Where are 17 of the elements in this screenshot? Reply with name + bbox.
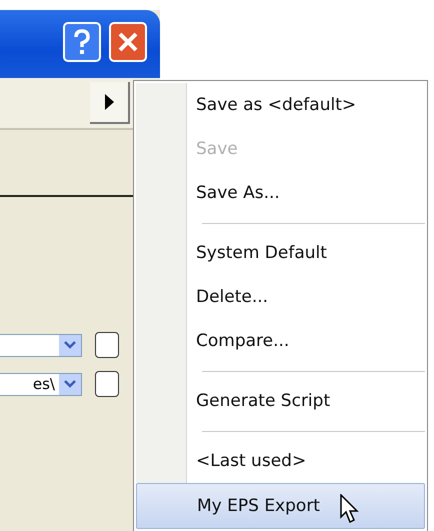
close-button[interactable] — [109, 22, 147, 62]
dropdown-button[interactable] — [59, 374, 81, 394]
chevron-down-icon — [64, 380, 76, 388]
question-mark-icon — [74, 29, 90, 55]
browse-button[interactable] — [95, 371, 119, 397]
combo-value: es\ — [32, 375, 56, 393]
menu-item[interactable]: My EPS Export — [136, 483, 425, 529]
close-icon — [117, 31, 139, 53]
browse-button[interactable] — [95, 332, 119, 358]
help-button[interactable] — [63, 22, 101, 62]
menu-arrow-button[interactable] — [90, 82, 130, 124]
combo-box[interactable] — [0, 334, 82, 356]
combo-box[interactable]: es\ — [0, 372, 82, 396]
right-arrow-icon — [104, 94, 114, 110]
chevron-down-icon — [64, 341, 76, 349]
mouse-pointer-icon — [340, 494, 360, 524]
dropdown-button[interactable] — [59, 334, 81, 356]
